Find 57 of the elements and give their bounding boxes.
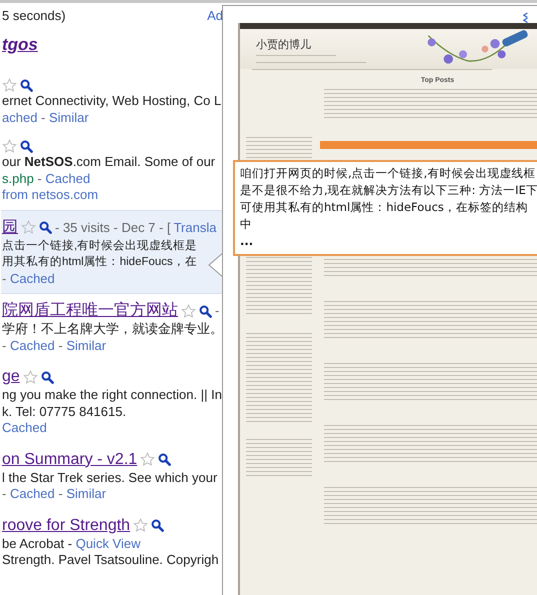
- result-snippet: l the Star Trek series. See which your: [2, 470, 218, 486]
- result-link[interactable]: Quick View: [76, 536, 141, 550]
- search-icon[interactable]: [199, 304, 212, 318]
- result-meta: -: [2, 486, 8, 501]
- result-meta: - 35 visits - Dec 7 - [: [55, 218, 171, 237]
- star-icon[interactable]: [22, 370, 38, 384]
- result-snippet: 用其私有的html属性：hideFoucs，在: [2, 254, 197, 270]
- search-icon[interactable]: [20, 79, 33, 92]
- result-link[interactable]: Cached: [45, 170, 90, 186]
- site-title: 小贾的博儿: [256, 37, 312, 52]
- result-meta: -: [57, 486, 64, 501]
- star-icon[interactable]: [181, 304, 196, 318]
- ads-label[interactable]: Ad: [207, 8, 223, 23]
- search-icon[interactable]: [158, 453, 172, 466]
- result-title-link[interactable]: 院网盾工程唯一官方网站: [2, 301, 178, 321]
- star-icon[interactable]: [140, 452, 156, 467]
- search-icon[interactable]: [151, 519, 164, 532]
- result-meta: -: [40, 110, 46, 124]
- result-heading-link[interactable]: tgos: [2, 35, 38, 54]
- search-icon[interactable]: [40, 370, 54, 384]
- result-snippet: Strength. Pavel Tsatsouline. Copyrigh: [2, 552, 219, 568]
- star-icon[interactable]: [2, 139, 17, 154]
- result-meta: -: [215, 302, 220, 320]
- star-icon[interactable]: [133, 518, 148, 533]
- result-snippet: 点击一个链接,有时候会出现虚线框是: [2, 238, 198, 254]
- search-icon[interactable]: [39, 221, 52, 234]
- result-link[interactable]: Transla: [174, 218, 216, 238]
- callout-text: 咱们打开网页的时候,点击一个链接,有时候会出现虚线框是不是很不给力,现在就解决方法有以下三种: 方法一IE下可使用其私有的html属性：hideFoucs，在标签的结构中: [240, 165, 537, 233]
- result-link[interactable]: Cached: [10, 270, 55, 286]
- result-link[interactable]: Cached: [10, 486, 55, 501]
- result-snippet: 学府！不上名牌大学，就读金牌专业。: [2, 321, 223, 338]
- search-icon[interactable]: [20, 140, 33, 153]
- result-snippet: ng you make the right connection. || In: [2, 387, 222, 404]
- result-snippet: ernet Connectivity, Web Hosting, Co L: [2, 93, 222, 110]
- result-text: be Acrobat -: [2, 536, 74, 550]
- result-meta: -: [2, 270, 8, 286]
- result-meta: -: [57, 338, 64, 352]
- star-icon[interactable]: [21, 220, 36, 235]
- result-link[interactable]: Similar: [66, 486, 106, 501]
- result-snippet: k. Tel: 07775 841615.: [2, 404, 126, 420]
- result-snippet: our NetSOS.com Email. Some of our: [2, 154, 216, 170]
- result-link[interactable]: Cached: [2, 420, 47, 435]
- star-icon[interactable]: [2, 78, 17, 93]
- result-stats: 5 seconds): [2, 8, 66, 23]
- result-link[interactable]: from netsos.com: [2, 187, 98, 202]
- result-link[interactable]: Cached: [10, 338, 55, 352]
- callout-ellipsis: ...: [240, 233, 254, 250]
- result-title-link[interactable]: on Summary - v2.1: [2, 450, 138, 470]
- result-title-link[interactable]: 园: [2, 218, 18, 238]
- result-link[interactable]: ached: [2, 110, 38, 124]
- result-link[interactable]: Similar: [66, 338, 106, 352]
- result-title-link[interactable]: roove for Strength: [2, 516, 130, 536]
- result-url: s.php: [2, 170, 34, 186]
- result-title-link[interactable]: ge: [2, 367, 20, 387]
- result-meta: -: [2, 338, 8, 352]
- result-meta: -: [36, 170, 43, 186]
- result-link[interactable]: Similar: [48, 110, 89, 124]
